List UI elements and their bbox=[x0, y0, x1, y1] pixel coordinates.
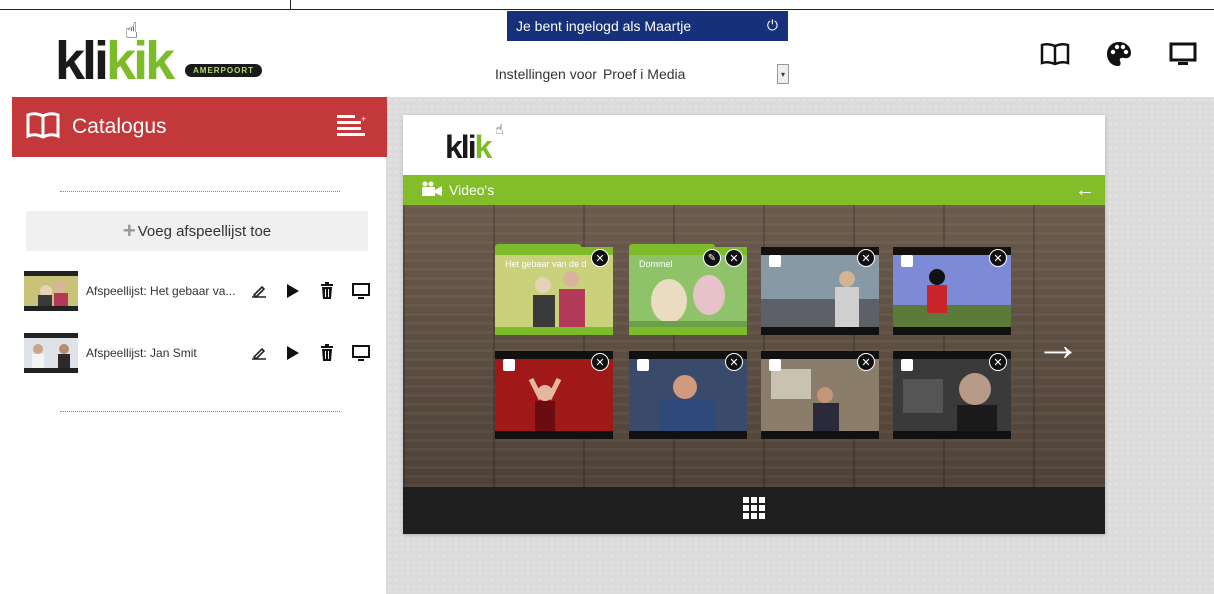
select-checkbox[interactable] bbox=[901, 359, 913, 371]
panel-logo: klik ☝ bbox=[445, 121, 503, 165]
tile-caption: Het gebaar van de d bbox=[505, 259, 587, 269]
video-camera-icon bbox=[421, 181, 443, 200]
pencil-icon[interactable]: ✎ bbox=[703, 249, 721, 267]
klikik-logo[interactable]: klikik ☝ AMERPOORT bbox=[55, 18, 265, 93]
pointer-hand-icon: ☝ bbox=[125, 18, 139, 43]
play-icon[interactable] bbox=[283, 281, 303, 301]
close-icon[interactable]: ✕ bbox=[857, 353, 875, 371]
close-icon[interactable]: ✕ bbox=[989, 353, 1007, 371]
tile-image bbox=[893, 255, 1011, 335]
close-icon[interactable]: ✕ bbox=[591, 249, 609, 267]
video-tile[interactable]: ✕ bbox=[893, 247, 1011, 335]
video-tile[interactable]: ✕ bbox=[761, 247, 879, 335]
book-icon[interactable] bbox=[1040, 40, 1070, 68]
catalog-header: Catalogus + bbox=[12, 97, 387, 157]
select-checkbox[interactable] bbox=[769, 359, 781, 371]
video-grid: Het gebaar van de d ✕ Dommel ✎ ✕ ✕ ✕ ✕ ✕… bbox=[403, 205, 1105, 487]
playlist-label: Afspeellijst: Jan Smit bbox=[86, 346, 197, 360]
video-tile[interactable]: ✕ bbox=[629, 351, 747, 439]
playlist-thumbnail bbox=[24, 271, 78, 311]
main-area: klik ☝ Video's ← Het gebaar van de d ✕ D… bbox=[387, 97, 1214, 594]
video-panel: klik ☝ Video's ← Het gebaar van de d ✕ D… bbox=[403, 115, 1105, 534]
select-checkbox[interactable] bbox=[503, 359, 515, 371]
settings-label: Instellingen voor bbox=[495, 66, 597, 82]
tile-image bbox=[629, 359, 747, 439]
back-arrow-icon[interactable]: ← bbox=[1075, 179, 1095, 202]
logo-wordmark: klikik bbox=[55, 31, 175, 91]
top-frame-line bbox=[0, 0, 1214, 10]
playlist-item[interactable]: Afspeellijst: Het gebaar va... bbox=[24, 269, 374, 313]
close-icon[interactable]: ✕ bbox=[725, 353, 743, 371]
select-checkbox[interactable] bbox=[637, 359, 649, 371]
header: klikik ☝ AMERPOORT Je bent ingelogd als … bbox=[0, 10, 1214, 96]
tile-caption: Dommel bbox=[639, 259, 673, 269]
playlist-actions bbox=[249, 281, 371, 301]
edit-icon[interactable] bbox=[249, 343, 269, 363]
divider-bottom bbox=[60, 411, 340, 412]
playlist-actions bbox=[249, 343, 371, 363]
settings-row: Instellingen voor Proef i Media ▾ bbox=[495, 64, 789, 84]
close-icon[interactable]: ✕ bbox=[989, 249, 1007, 267]
settings-select[interactable]: Proef i Media ▾ bbox=[603, 64, 789, 84]
grid-icon[interactable] bbox=[743, 497, 765, 524]
svg-text:+: + bbox=[361, 115, 366, 124]
close-icon[interactable]: ✕ bbox=[591, 353, 609, 371]
logo-badge: AMERPOORT bbox=[185, 64, 262, 77]
top-icons bbox=[1040, 40, 1198, 68]
top-frame-tick bbox=[290, 0, 291, 10]
close-icon[interactable]: ✕ bbox=[857, 249, 875, 267]
add-playlist-label: Voeg afspeellijst toe bbox=[137, 222, 272, 240]
videos-section-bar: Video's ← bbox=[403, 175, 1105, 205]
video-tile[interactable]: ✕ bbox=[761, 351, 879, 439]
login-text: Je bent ingelogd als Maartje bbox=[516, 18, 692, 34]
video-tile[interactable]: ✕ bbox=[893, 351, 1011, 439]
videos-section-title: Video's bbox=[449, 182, 495, 198]
tile-image bbox=[495, 359, 613, 439]
catalog-title: Catalogus bbox=[72, 115, 167, 138]
folder-tile[interactable]: Dommel ✎ ✕ bbox=[629, 244, 747, 335]
divider-top bbox=[60, 191, 340, 192]
palette-icon[interactable] bbox=[1104, 40, 1134, 68]
settings-select-value: Proef i Media bbox=[602, 66, 686, 82]
playlist-label: Afspeellijst: Het gebaar va... bbox=[86, 284, 236, 298]
trash-icon[interactable] bbox=[317, 281, 337, 301]
add-playlist-button[interactable]: + Voeg afspeellijst toe bbox=[26, 211, 368, 251]
list-add-icon[interactable]: + bbox=[337, 114, 367, 144]
select-checkbox[interactable] bbox=[901, 255, 913, 267]
open-book-icon bbox=[26, 111, 60, 144]
select-checkbox[interactable] bbox=[769, 255, 781, 267]
close-icon[interactable]: ✕ bbox=[725, 249, 743, 267]
select-arrow-icon[interactable]: ▾ bbox=[776, 64, 789, 84]
tile-image bbox=[761, 359, 879, 439]
pointer-hand-icon: ☝ bbox=[495, 121, 503, 137]
tile-image bbox=[761, 255, 879, 335]
bottom-bar bbox=[403, 487, 1105, 534]
login-status-bar: Je bent ingelogd als Maartje ⏻ bbox=[507, 11, 788, 41]
catalog-sidebar: Catalogus + + Voeg afspeellijst toe Afsp… bbox=[12, 97, 387, 594]
monitor-icon[interactable] bbox=[1168, 40, 1198, 68]
tile-image bbox=[893, 359, 1011, 439]
play-icon[interactable] bbox=[283, 343, 303, 363]
next-arrow-icon[interactable]: → bbox=[1035, 317, 1081, 371]
monitor-icon[interactable] bbox=[351, 343, 371, 363]
plus-icon: + bbox=[122, 218, 136, 243]
power-icon[interactable]: ⏻ bbox=[767, 17, 778, 34]
monitor-icon[interactable] bbox=[351, 281, 371, 301]
playlist-item[interactable]: Afspeellijst: Jan Smit bbox=[24, 331, 374, 375]
video-tile[interactable]: ✕ bbox=[495, 351, 613, 439]
trash-icon[interactable] bbox=[317, 343, 337, 363]
edit-icon[interactable] bbox=[249, 281, 269, 301]
folder-tile[interactable]: Het gebaar van de d ✕ bbox=[495, 244, 613, 335]
playlist-thumbnail bbox=[24, 333, 78, 373]
